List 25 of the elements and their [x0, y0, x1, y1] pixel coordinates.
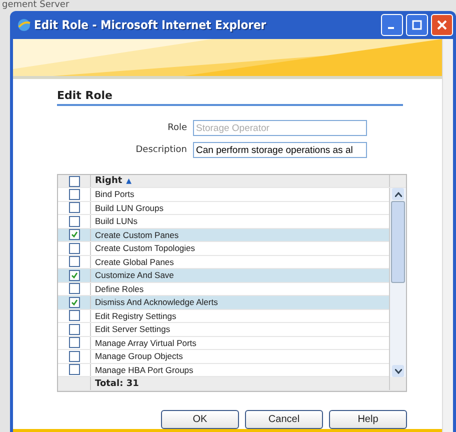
- table-cell-text: Edit Registry Settings: [94, 310, 178, 322]
- description-field[interactable]: Can perform storage operations as al: [193, 142, 367, 158]
- background-window-title: gement Server: [1, 0, 70, 11]
- dialog-button[interactable]: Cancel: [245, 410, 323, 429]
- section-heading: Edit Role: [57, 89, 403, 106]
- table-cell-text: Create Global Panes: [94, 256, 175, 268]
- table-cell-text: Create Custom Topologies: [94, 242, 196, 254]
- column-header[interactable]: Right: [91, 175, 122, 187]
- table-cell-text: Create Custom Panes: [94, 228, 180, 241]
- table-cell-text: Bind Ports: [94, 188, 136, 200]
- table-cell-text: Build LUNs: [94, 215, 139, 228]
- field-label: Role: [166, 123, 187, 133]
- dialog-button[interactable]: Help: [329, 410, 407, 429]
- table-cell-text: Define Roles: [94, 282, 145, 295]
- window-title: Edit Role - Microsoft Internet Explorer: [34, 18, 268, 32]
- table-cell-text: Manage Group Objects: [94, 350, 184, 362]
- table-cell-text: Dismiss And Acknowledge Alerts: [94, 296, 219, 308]
- table-cell-text: Build LUN Groups: [94, 202, 165, 214]
- total-count: Total: 31: [94, 378, 139, 390]
- table-cell-text: Manage Array Virtual Ports: [94, 336, 198, 349]
- field-label: Description: [134, 145, 187, 155]
- table-cell-text: Customize And Save: [94, 269, 175, 282]
- table-cell-text: Manage HBA Port Groups: [94, 364, 194, 376]
- dialog-button[interactable]: OK: [161, 410, 239, 429]
- table-cell-text: Edit Server Settings: [94, 323, 172, 336]
